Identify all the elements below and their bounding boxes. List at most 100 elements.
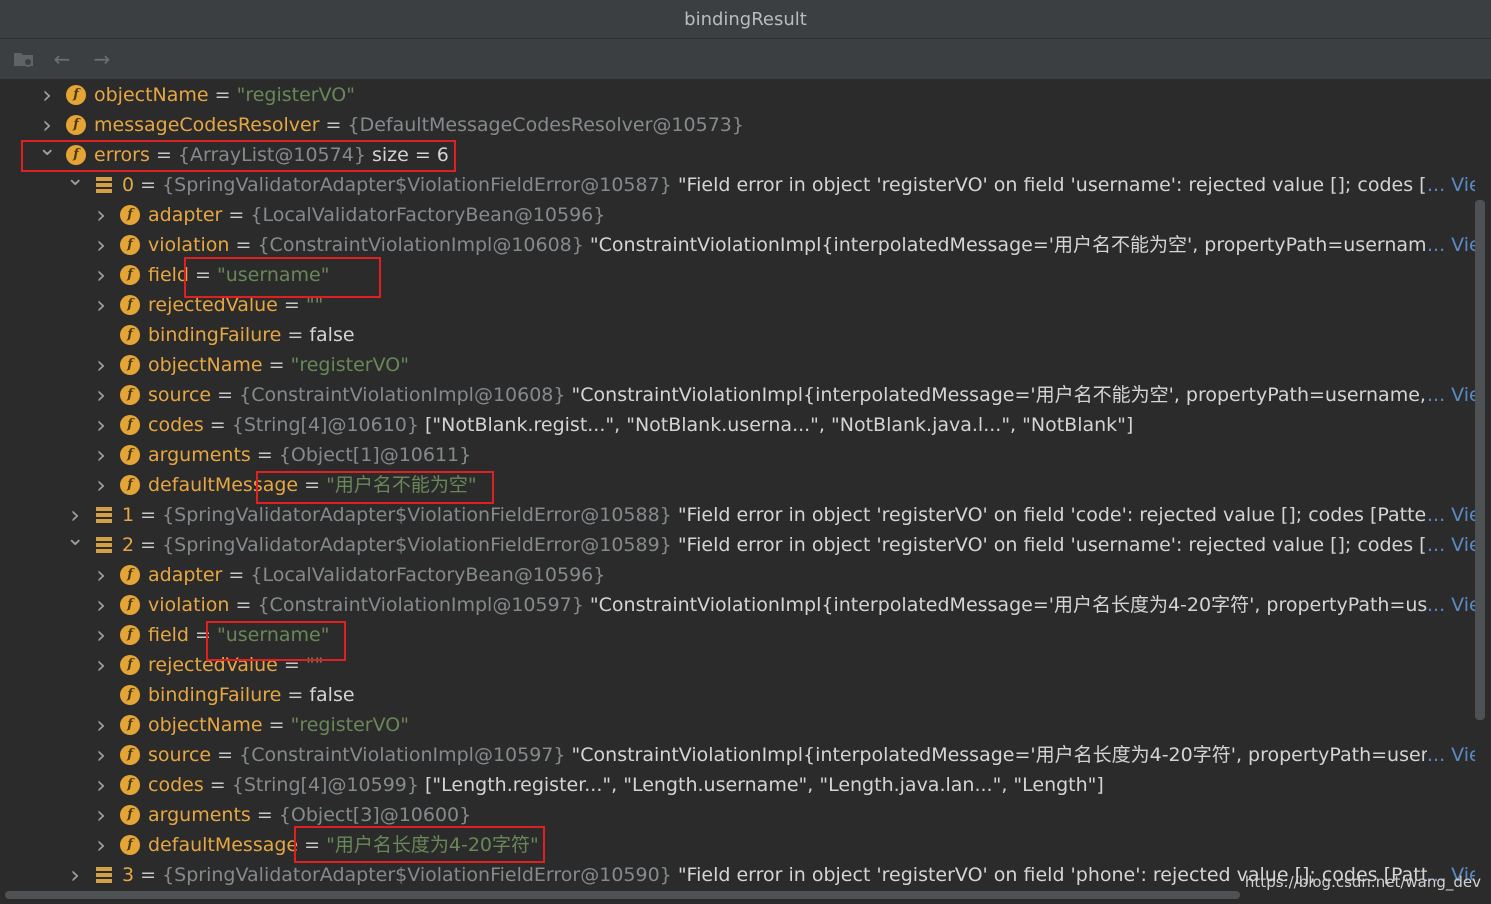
chevron-right-icon[interactable]: › — [92, 650, 110, 680]
tree-row[interactable]: › f defaultMessage = "用户名不能为空" — [0, 470, 1475, 500]
tree-row[interactable]: › 1 = {SpringValidatorAdapter$ViolationFi… — [0, 500, 1475, 530]
tree-row[interactable]: › f objectName = "registerVO" — [0, 710, 1475, 740]
tree-row[interactable]: ⌄ 2 = {SpringValidatorAdapter$ViolationFi… — [0, 530, 1475, 560]
variable-value: "ConstraintViolationImpl{interpolatedMes… — [571, 384, 1427, 406]
list-item-icon — [96, 507, 112, 523]
tree-row[interactable]: › f field = "username" — [0, 620, 1475, 650]
variable-value: ["Length.register...", "Length.username"… — [425, 774, 1104, 796]
chevron-down-icon[interactable]: ⌄ — [38, 140, 56, 170]
view-link[interactable]: ... View — [1427, 230, 1475, 260]
field-icon: f — [120, 625, 140, 645]
equals-sign: = — [134, 864, 163, 886]
object-reference: {SpringValidatorAdapter$ViolationFieldEr… — [162, 174, 678, 196]
chevron-right-icon[interactable]: › — [92, 440, 110, 470]
chevron-right-icon[interactable]: › — [92, 410, 110, 440]
variable-name: bindingFailure — [148, 324, 282, 346]
chevron-right-icon[interactable]: › — [92, 470, 110, 500]
tree-row-content: source = {ConstraintViolationImpl@10597}… — [148, 740, 1427, 770]
tree-row[interactable]: f bindingFailure = false — [0, 320, 1475, 350]
object-reference: {Object[3]@10600} — [278, 804, 472, 826]
view-link[interactable]: ... View — [1427, 590, 1475, 620]
watermark-url: https://blog.csdn.net/wang_dev — [1244, 873, 1481, 891]
tree-row[interactable]: › f violation = {ConstraintViolationImpl@1… — [0, 590, 1475, 620]
object-reference: {SpringValidatorAdapter$ViolationFieldEr… — [162, 864, 678, 886]
view-link[interactable]: ... View — [1427, 740, 1475, 770]
tree-row[interactable]: › f rejectedValue = "" — [0, 290, 1475, 320]
tree-row[interactable]: › f defaultMessage = "用户名长度为4-20字符" — [0, 830, 1475, 860]
tree-row[interactable]: › f objectName = "registerVO" — [0, 350, 1475, 380]
chevron-right-icon[interactable]: › — [92, 770, 110, 800]
variable-name: objectName — [148, 354, 263, 376]
variable-value: false — [309, 684, 355, 706]
variable-value: "Field error in object 'registerVO' on f… — [677, 174, 1427, 196]
equals-sign: = — [229, 234, 258, 256]
chevron-right-icon[interactable]: › — [92, 590, 110, 620]
variable-name: codes — [148, 774, 204, 796]
tree-row-content: violation = {ConstraintViolationImpl@106… — [148, 230, 1427, 260]
tree-row[interactable]: › f source = {ConstraintViolationImpl@1059… — [0, 740, 1475, 770]
tree-row[interactable]: ⌄ f errors = {ArrayList@10574} size = 6 — [0, 140, 1475, 170]
view-link[interactable]: ... View — [1427, 500, 1475, 530]
variable-name: source — [148, 744, 212, 766]
tree-row[interactable]: › f arguments = {Object[1]@10611} — [0, 440, 1475, 470]
field-icon: f — [120, 265, 140, 285]
equals-sign: = — [208, 84, 237, 106]
arrow-right-icon[interactable]: → — [90, 47, 114, 71]
tree-row-content: violation = {ConstraintViolationImpl@105… — [148, 590, 1427, 620]
folder-settings-icon[interactable] — [12, 47, 36, 71]
tree-row[interactable]: › f codes = {String[4]@10599} ["Length.reg… — [0, 770, 1475, 800]
chevron-right-icon[interactable]: › — [92, 290, 110, 320]
tree-row[interactable]: › f rejectedValue = "" — [0, 650, 1475, 680]
equals-sign: = — [203, 774, 232, 796]
tree-row-content: messageCodesResolver = {DefaultMessageCo… — [94, 110, 1427, 140]
chevron-right-icon[interactable]: › — [92, 800, 110, 830]
equals-sign: = — [262, 714, 291, 736]
variables-tree[interactable]: › f objectName = "registerVO" › f messageCode… — [0, 80, 1475, 890]
chevron-right-icon[interactable]: › — [92, 560, 110, 590]
object-reference: {String[4]@10599} — [231, 774, 426, 796]
vertical-scrollbar[interactable] — [1475, 200, 1485, 720]
tree-row[interactable]: › f field = "username" — [0, 260, 1475, 290]
field-icon: f — [120, 715, 140, 735]
tree-row[interactable]: f bindingFailure = false — [0, 680, 1475, 710]
object-reference: {String[4]@10610} — [231, 414, 426, 436]
tree-row-content: adapter = {LocalValidatorFactoryBean@105… — [148, 560, 1427, 590]
chevron-right-icon[interactable]: › — [92, 380, 110, 410]
chevron-right-icon[interactable]: › — [92, 200, 110, 230]
tree-row[interactable]: › f source = {ConstraintViolationImpl@1060… — [0, 380, 1475, 410]
chevron-down-icon[interactable]: ⌄ — [66, 170, 84, 200]
chevron-right-icon[interactable]: › — [92, 620, 110, 650]
equals-sign: = — [222, 204, 251, 226]
tree-row-content: 2 = {SpringValidatorAdapter$ViolationFie… — [122, 530, 1427, 560]
tree-row[interactable]: ⌄ 0 = {SpringValidatorAdapter$ViolationFi… — [0, 170, 1475, 200]
chevron-right-icon[interactable]: › — [66, 860, 84, 890]
view-link[interactable]: ... View — [1427, 170, 1475, 200]
variable-name: objectName — [148, 714, 263, 736]
tree-row[interactable]: › f codes = {String[4]@10610} ["NotBlank.r… — [0, 410, 1475, 440]
chevron-right-icon[interactable]: › — [38, 110, 56, 140]
variable-name: 3 — [122, 864, 135, 886]
tree-row-content: bindingFailure = false — [148, 320, 1427, 350]
chevron-right-icon[interactable]: › — [92, 740, 110, 770]
tree-row[interactable]: › f messageCodesResolver = {DefaultMessage… — [0, 110, 1475, 140]
tree-row[interactable]: › f adapter = {LocalValidatorFactoryBean@1… — [0, 560, 1475, 590]
tree-row[interactable]: › f adapter = {LocalValidatorFactoryBean@1… — [0, 200, 1475, 230]
view-link[interactable]: ... View — [1427, 380, 1475, 410]
tree-row[interactable]: › f violation = {ConstraintViolationImpl@1… — [0, 230, 1475, 260]
horizontal-scrollbar-thumb[interactable] — [5, 891, 1240, 899]
chevron-down-icon[interactable]: ⌄ — [66, 530, 84, 560]
chevron-right-icon[interactable]: › — [92, 230, 110, 260]
chevron-right-icon[interactable]: › — [92, 350, 110, 380]
chevron-right-icon[interactable]: › — [92, 260, 110, 290]
chevron-right-icon[interactable]: › — [92, 830, 110, 860]
chevron-right-icon[interactable]: › — [92, 710, 110, 740]
tree-row[interactable]: › f arguments = {Object[3]@10600} — [0, 800, 1475, 830]
view-link[interactable]: ... View — [1427, 530, 1475, 560]
variable-name: codes — [148, 414, 204, 436]
chevron-right-icon[interactable]: › — [66, 500, 84, 530]
arrow-left-icon[interactable]: ← — [50, 47, 74, 71]
field-icon: f — [120, 205, 140, 225]
chevron-right-icon[interactable]: › — [38, 80, 56, 110]
tree-row-content: arguments = {Object[1]@10611} — [148, 440, 1427, 470]
tree-row[interactable]: › f objectName = "registerVO" — [0, 80, 1475, 110]
